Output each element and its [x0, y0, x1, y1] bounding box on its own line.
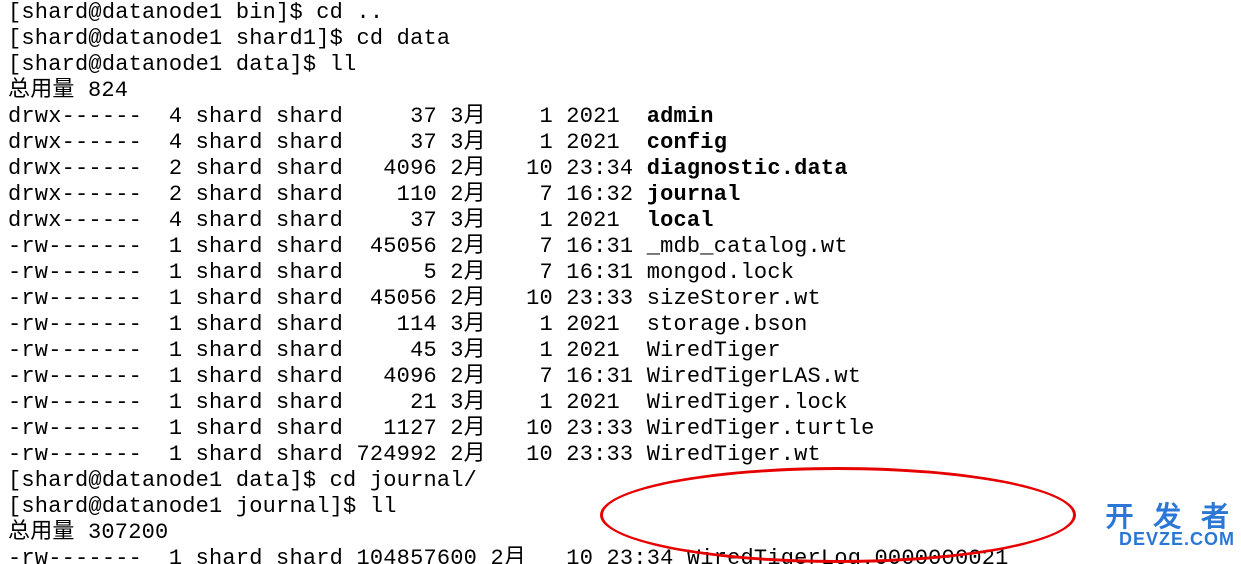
total-line: 总用量 307200	[8, 520, 1233, 546]
file-entry: -rw------- 1 shard shard 45 3月 1 2021 Wi…	[8, 338, 1233, 364]
total-line: 总用量 824	[8, 78, 1233, 104]
file-entry: -rw------- 1 shard shard 724992 2月 10 23…	[8, 442, 1233, 468]
file-entry: -rw------- 1 shard shard 21 3月 1 2021 Wi…	[8, 390, 1233, 416]
file-entry: -rw------- 1 shard shard 104857600 2月 10…	[8, 546, 1233, 564]
file-entry: drwx------ 2 shard shard 110 2月 7 16:32 …	[8, 182, 1233, 208]
file-entry: drwx------ 2 shard shard 4096 2月 10 23:3…	[8, 156, 1233, 182]
file-entry: drwx------ 4 shard shard 37 3月 1 2021 co…	[8, 130, 1233, 156]
file-entry: -rw------- 1 shard shard 5 2月 7 16:31 mo…	[8, 260, 1233, 286]
terminal-output[interactable]: [shard@datanode1 bin]$ cd ..[shard@datan…	[0, 0, 1241, 564]
file-entry: drwx------ 4 shard shard 37 3月 1 2021 ad…	[8, 104, 1233, 130]
file-entry: -rw------- 1 shard shard 114 3月 1 2021 s…	[8, 312, 1233, 338]
prompt-line: [shard@datanode1 journal]$ ll	[8, 494, 1233, 520]
file-entry: -rw------- 1 shard shard 4096 2月 7 16:31…	[8, 364, 1233, 390]
file-entry: -rw------- 1 shard shard 1127 2月 10 23:3…	[8, 416, 1233, 442]
prompt-line: [shard@datanode1 shard1]$ cd data	[8, 26, 1233, 52]
prompt-line: [shard@datanode1 data]$ ll	[8, 52, 1233, 78]
file-entry: -rw------- 1 shard shard 45056 2月 10 23:…	[8, 286, 1233, 312]
file-entry: drwx------ 4 shard shard 37 3月 1 2021 lo…	[8, 208, 1233, 234]
prompt-line: [shard@datanode1 bin]$ cd ..	[8, 0, 1233, 26]
prompt-line: [shard@datanode1 data]$ cd journal/	[8, 468, 1233, 494]
file-entry: -rw------- 1 shard shard 45056 2月 7 16:3…	[8, 234, 1233, 260]
